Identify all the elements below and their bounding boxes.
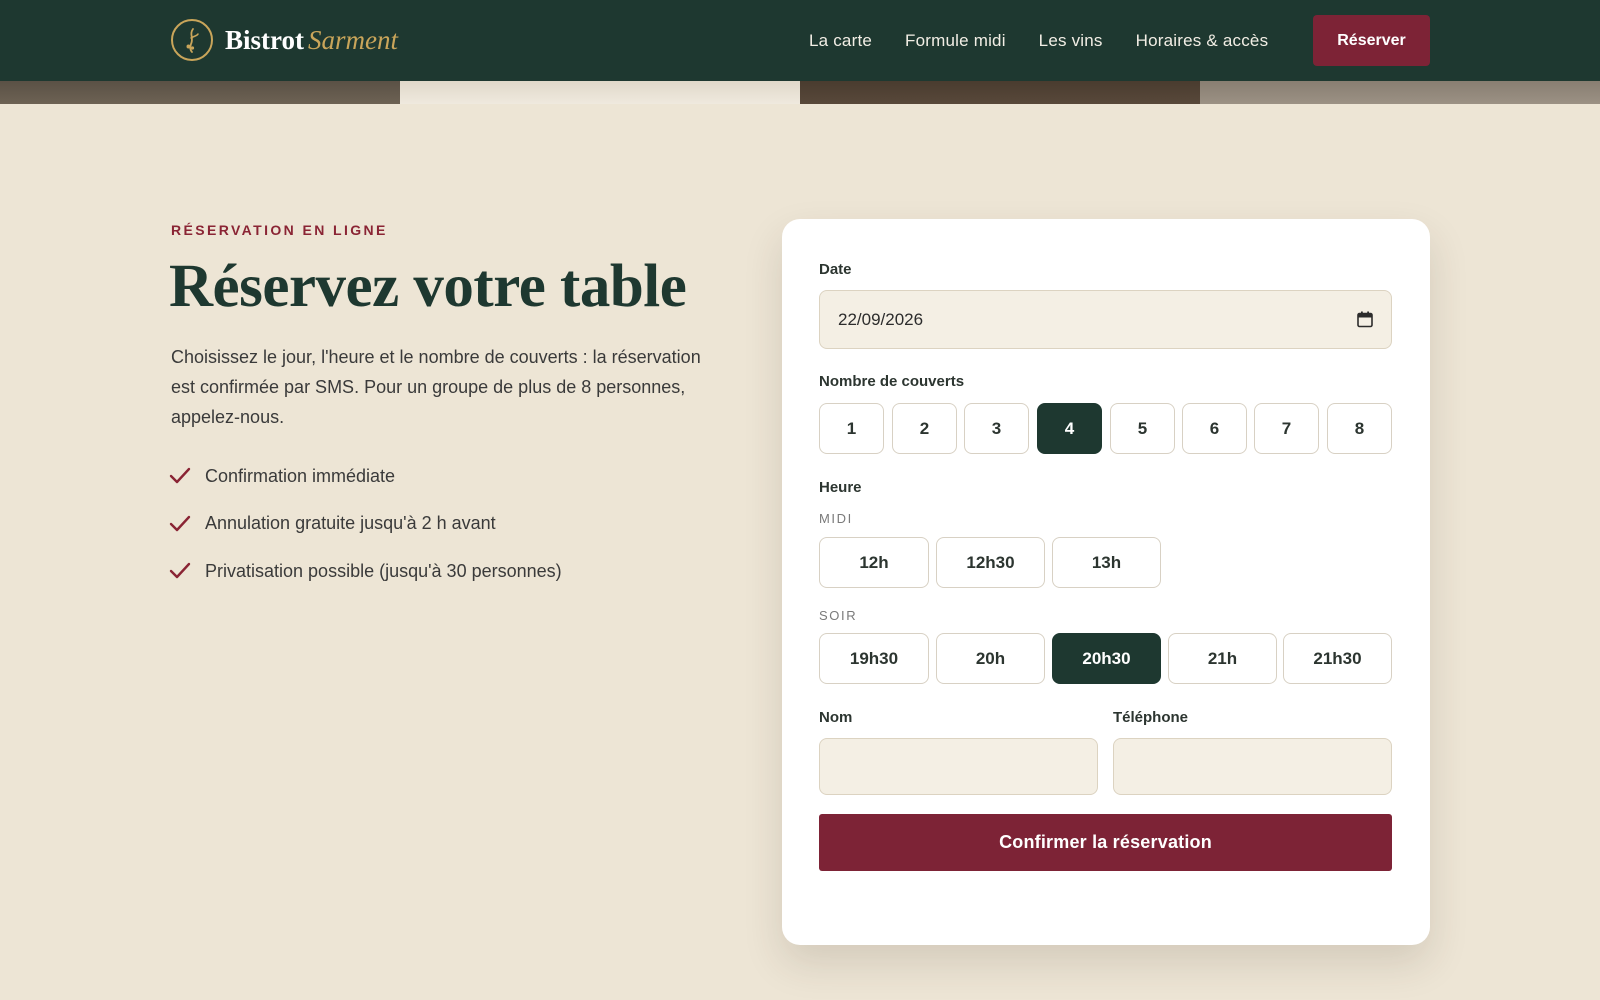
reserve-button[interactable]: Réserver <box>1313 15 1430 66</box>
check-icon <box>169 562 191 579</box>
date-input[interactable]: 22/09/2026 <box>819 290 1392 349</box>
vine-logo-icon <box>171 19 213 61</box>
covers-option-2[interactable]: 2 <box>892 403 957 454</box>
phone-input[interactable] <box>1113 738 1392 795</box>
main-nav: La carte Formule midi Les vins Horaires … <box>809 0 1301 81</box>
feature-label: Annulation gratuite jusqu'à 2 h avant <box>205 513 496 533</box>
check-icon <box>169 467 191 484</box>
time-label: Heure <box>819 479 862 496</box>
feature-list: Confirmation immédiate Annulation gratui… <box>169 464 562 607</box>
feature-label: Confirmation immédiate <box>205 465 396 486</box>
nav-link-carte[interactable]: La carte <box>809 31 872 51</box>
dinner-label: SOIR <box>819 608 858 623</box>
section-eyebrow: RÉSERVATION EN LIGNE <box>171 222 388 238</box>
feature-item: Annulation gratuite jusqu'à 2 h avant <box>169 512 562 536</box>
brand-name: Bistrot Sarment <box>225 24 398 55</box>
covers-label: Nombre de couverts <box>819 373 965 390</box>
phone-label: Téléphone <box>1113 709 1189 726</box>
time-option-20h[interactable]: 20h <box>936 633 1045 684</box>
nav-link-formule-midi[interactable]: Formule midi <box>905 31 1006 51</box>
time-option-12h30[interactable]: 12h30 <box>936 537 1045 588</box>
check-icon <box>169 515 191 531</box>
date-value: 22/09/2026 <box>838 309 924 329</box>
site-header: Bistrot Sarment La carte Formule midi Les… <box>0 0 1600 81</box>
covers-option-6[interactable]: 6 <box>1182 403 1247 454</box>
feature-item: Privatisation possible (jusqu'à 30 perso… <box>169 559 562 583</box>
nav-link-vins[interactable]: Les vins <box>1039 31 1103 51</box>
reservation-form: Date 22/09/2026 Nombre de couverts 1 2 3… <box>782 219 1430 945</box>
time-option-13h[interactable]: 13h <box>1052 537 1161 588</box>
covers-option-4[interactable]: 4 <box>1037 403 1102 454</box>
covers-option-1[interactable]: 1 <box>819 403 884 454</box>
time-option-19h30[interactable]: 19h30 <box>819 633 929 684</box>
time-option-21h30[interactable]: 21h30 <box>1283 633 1392 684</box>
feature-item: Confirmation immédiate <box>169 464 562 488</box>
name-input[interactable] <box>819 738 1098 795</box>
confirm-reservation-button[interactable]: Confirmer la réservation <box>819 814 1392 871</box>
calendar-icon[interactable] <box>1357 311 1373 328</box>
covers-option-8[interactable]: 8 <box>1327 403 1392 454</box>
covers-option-7[interactable]: 7 <box>1254 403 1319 454</box>
page-title: Réservez votre table <box>169 253 687 320</box>
covers-option-5[interactable]: 5 <box>1110 403 1175 454</box>
feature-label: Privatisation possible (jusqu'à 30 perso… <box>205 560 562 581</box>
time-option-20h30[interactable]: 20h30 <box>1052 633 1161 684</box>
nav-link-horaires[interactable]: Horaires & accès <box>1136 31 1269 51</box>
brand-logo-link[interactable]: Bistrot Sarment <box>171 19 398 61</box>
date-label: Date <box>819 261 852 278</box>
intro-text: Choisissez le jour, l'heure et le nombre… <box>171 347 701 427</box>
name-label: Nom <box>819 709 853 726</box>
time-option-12h[interactable]: 12h <box>819 537 929 588</box>
time-option-21h[interactable]: 21h <box>1168 633 1277 684</box>
covers-option-3[interactable]: 3 <box>964 403 1029 454</box>
lunch-label: MIDI <box>819 511 853 526</box>
